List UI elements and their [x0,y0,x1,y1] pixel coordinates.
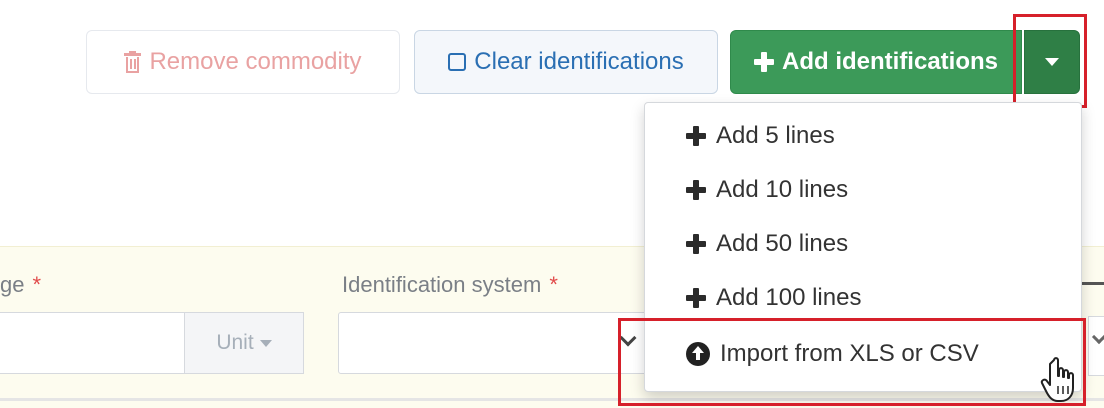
menu-item-add-50-lines[interactable]: Add 50 lines [686,226,848,262]
trash-icon [124,51,142,73]
plus-icon [686,180,706,200]
clear-identifications-button[interactable]: Clear identifications [414,30,718,94]
plus-icon [686,234,706,254]
hand-cursor-icon [1040,357,1074,402]
unit-dropdown[interactable]: Unit [184,312,304,374]
add-identifications-label: Add identifications [782,48,998,75]
square-icon [448,53,467,71]
range-field-label: ge * [0,272,41,298]
menu-item-add-10-lines[interactable]: Add 10 lines [686,172,848,208]
required-marker: * [32,272,42,297]
range-input[interactable] [0,312,184,374]
range-label-text: ge [0,272,25,297]
minus-icon[interactable] [1082,282,1104,285]
stage: Remove commodity Clear identifications A… [0,0,1104,408]
remove-commodity-button[interactable]: Remove commodity [86,30,400,94]
menu-item-label: Add 5 lines [716,122,835,149]
required-marker: * [549,272,558,297]
remove-commodity-label: Remove commodity [149,48,362,75]
clear-identifications-label: Clear identifications [474,48,684,75]
identification-system-label: Identification system * [342,272,558,298]
menu-item-label: Add 10 lines [716,176,849,203]
import-option-highlight [618,318,1086,406]
plus-icon [686,288,706,308]
unit-label: Unit [216,331,254,354]
menu-item-label: Add 100 lines [716,284,862,311]
identification-system-label-text: Identification system [342,272,542,297]
menu-item-add-100-lines[interactable]: Add 100 lines [686,280,861,316]
menu-item-add-5-lines[interactable]: Add 5 lines [686,118,835,154]
menu-item-label: Add 50 lines [716,230,849,257]
plus-icon [686,126,706,146]
dropdown-toggle-highlight [1013,14,1087,108]
next-field-input[interactable] [1088,316,1104,376]
caret-down-icon [259,339,272,347]
add-identifications-button[interactable]: Add identifications [730,30,1022,94]
plus-icon [754,52,774,72]
identification-system-select[interactable] [338,312,648,374]
